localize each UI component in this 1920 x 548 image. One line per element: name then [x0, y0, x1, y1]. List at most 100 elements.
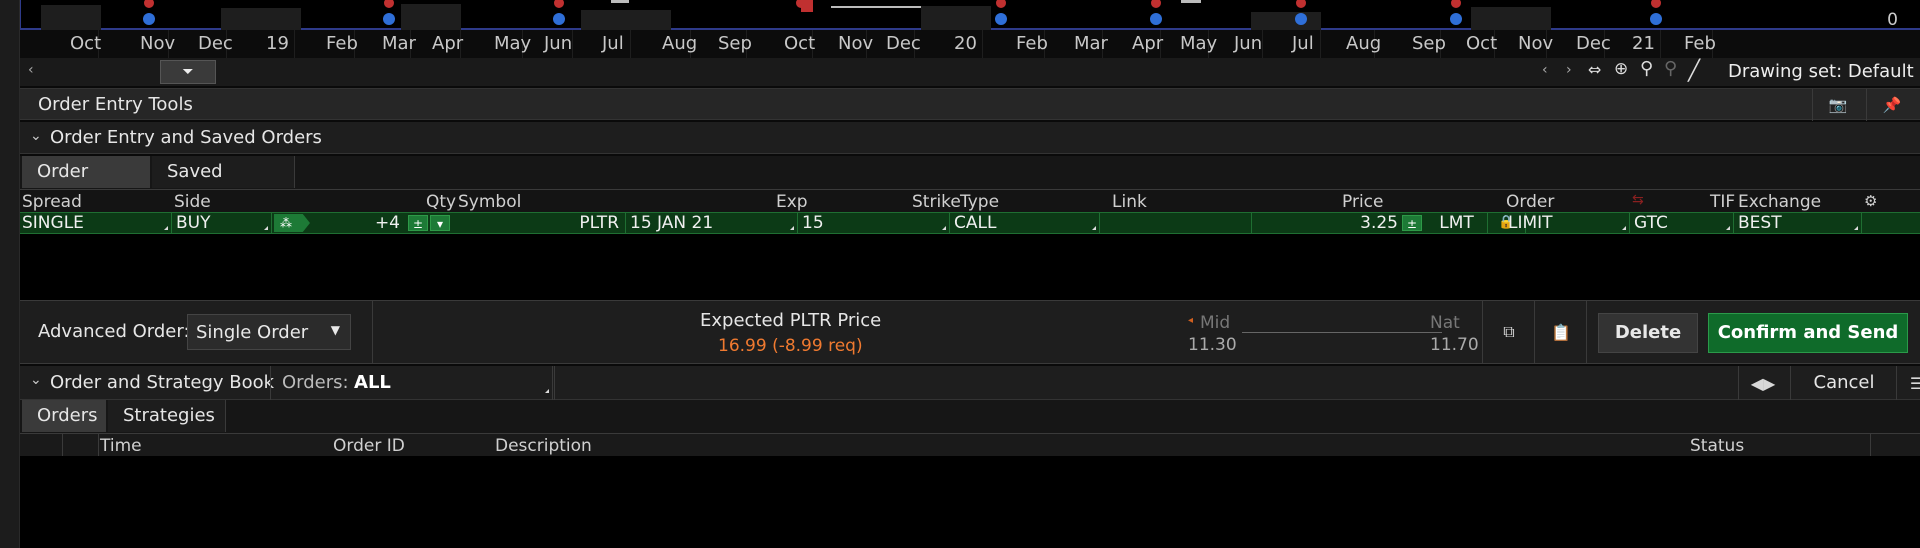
x-axis-label: Jun	[544, 33, 573, 54]
order-type-select[interactable]: LIMIT	[1506, 213, 1630, 233]
order-book-body	[20, 456, 1920, 548]
menu-icon[interactable]: ☰	[1896, 370, 1920, 396]
order-row: SINGLE BUY ⁂ +4 ± ▾ PLTR 15 JAN 21 15 CA…	[20, 212, 1920, 234]
expected-price-title: Expected PLTR Price	[700, 310, 882, 331]
x-axis-label: Nov	[1518, 33, 1554, 54]
chart-x-axis: Oct Nov Dec 19 Feb Mar Apr May Jun Jul Aug Sep Oct No…	[20, 30, 1920, 60]
col-spread: Spread	[22, 192, 82, 212]
expiration-select[interactable]: 15 JAN 21	[626, 213, 798, 233]
crosshair-icon[interactable]: ⊕	[1614, 59, 1628, 79]
price-stepper[interactable]: ±	[1402, 215, 1422, 231]
symbol-field[interactable]: PLTR	[454, 213, 626, 233]
scroll-left-icon[interactable]: ‹	[28, 62, 34, 78]
col-order: Order	[1506, 192, 1555, 212]
x-axis-label: 20	[954, 33, 977, 54]
x-axis-label: Nov	[140, 33, 176, 54]
order-entry-tools-title: Order Entry Tools	[38, 94, 193, 115]
col-tif: TIF	[1710, 192, 1736, 212]
y-axis-zero-label: 0	[1887, 10, 1898, 30]
x-axis-label: Sep	[718, 33, 752, 54]
collapse-chart-button[interactable]: ⏷	[160, 60, 216, 84]
drawing-tool-icon[interactable]: ╱	[1688, 58, 1700, 82]
copy-order-icon[interactable]: ⧉	[1496, 319, 1522, 345]
x-axis-label: Jul	[1292, 33, 1314, 54]
chevron-down-icon[interactable]: ⌄	[30, 372, 42, 388]
quantity-stepper[interactable]: ±	[408, 215, 428, 231]
col-qty: Qty	[426, 192, 457, 212]
col-order-id: Order ID	[333, 436, 405, 456]
strike-select[interactable]: 15	[798, 213, 950, 233]
zoom-out-icon[interactable]: ⚲	[1664, 58, 1677, 79]
col-exp: Exp	[776, 192, 808, 212]
collapse-down-icon: ⏷	[182, 64, 194, 80]
x-axis-label: Feb	[1016, 33, 1048, 54]
mid-value: 11.30	[1188, 335, 1237, 355]
x-axis-gridline	[1320, 30, 1321, 60]
camera-icon[interactable]: 📷	[1826, 95, 1850, 115]
tab-strategies[interactable]: Strategies	[108, 400, 226, 432]
tif-select[interactable]: GTC	[1632, 213, 1734, 233]
x-axis-label: 21	[1632, 33, 1655, 54]
x-axis-label: Feb	[1684, 33, 1716, 54]
order-entry-section-title: Order Entry and Saved Orders	[50, 127, 322, 148]
x-axis-label: Dec	[198, 33, 233, 54]
price-type-label: LMT	[1426, 213, 1488, 233]
price-chart[interactable]: 0	[20, 0, 1920, 30]
link-field[interactable]	[1100, 213, 1252, 233]
advanced-order-select[interactable]: Single Order ▼	[187, 314, 351, 350]
x-axis-label: Mar	[382, 33, 416, 54]
dropdown-arrow-icon: ▼	[330, 323, 340, 337]
chevron-down-icon[interactable]: ⌄	[30, 128, 42, 144]
col-link: Link	[1112, 192, 1147, 212]
side-select[interactable]: BUY	[172, 213, 272, 233]
expected-price-value: 16.99 (-8.99 req)	[718, 336, 863, 356]
mid-nat-slider[interactable]	[1242, 332, 1442, 333]
x-axis-label: 19	[266, 33, 289, 54]
x-axis-label: Oct	[1466, 33, 1498, 54]
x-axis-gridline	[982, 30, 983, 60]
tab-orders[interactable]: Orders	[22, 400, 106, 432]
delete-button[interactable]: Delete	[1598, 313, 1698, 353]
nat-value: 11.70	[1430, 335, 1479, 355]
x-axis-label: Mar	[1074, 33, 1108, 54]
mid-arrow-icon: ◂	[1188, 315, 1194, 326]
col-price: Price	[1342, 192, 1384, 212]
chart-bars	[41, 0, 1662, 30]
x-axis-label: Apr	[432, 33, 464, 54]
exchange-select[interactable]: BEST	[1736, 213, 1862, 233]
order-book-title: Order and Strategy Book	[50, 372, 275, 393]
advanced-order-value: Single Order	[196, 322, 309, 343]
scroll-left-small-icon[interactable]: ‹	[1542, 62, 1548, 78]
paste-order-icon[interactable]: 📋	[1548, 319, 1574, 345]
spread-select[interactable]: SINGLE	[20, 213, 172, 233]
split-view-icon[interactable]: ◀▶	[1746, 372, 1780, 394]
quantity-dropdown-icon[interactable]: ▾	[430, 215, 450, 231]
x-axis-label: Dec	[886, 33, 921, 54]
expand-horizontal-icon[interactable]: ⇔	[1588, 60, 1601, 79]
order-entry-section-header[interactable]: ⌄ Order Entry and Saved Orders	[20, 122, 1920, 154]
col-symbol: Symbol	[458, 192, 522, 212]
zoom-in-icon[interactable]: ⚲	[1640, 58, 1653, 79]
scroll-right-small-icon[interactable]: ›	[1566, 62, 1572, 78]
advanced-order-bar: Advanced Order: Single Order ▼ Expected …	[20, 300, 1920, 364]
quantity-preset-icon[interactable]: ⁂	[274, 214, 310, 232]
orders-filter-value: ALL	[354, 372, 391, 393]
cancel-button[interactable]: Cancel	[1792, 372, 1896, 393]
tab-saved-orders[interactable]: Saved Orders	[152, 156, 295, 214]
quantity-field[interactable]: +4	[310, 213, 408, 233]
x-axis-gridline	[630, 30, 631, 60]
type-select[interactable]: CALL	[950, 213, 1100, 233]
drawing-set-selector[interactable]: Drawing set: Default	[1720, 61, 1920, 82]
price-field[interactable]: 3.25	[1252, 213, 1404, 233]
col-time: Time	[100, 436, 142, 456]
pin-icon[interactable]: 📌	[1880, 95, 1904, 115]
orders-filter-select[interactable]: Orders: ALL	[282, 372, 552, 396]
x-axis-label: Nov	[838, 33, 874, 54]
x-axis-label: Aug	[662, 33, 698, 54]
tab-order-entry[interactable]: Order Entry	[22, 156, 150, 214]
x-axis-label: May	[1180, 33, 1218, 54]
order-entry-column-headers: Spread Side Qty Symbol Exp Strike Type L…	[20, 190, 1920, 212]
column-settings-icon[interactable]: ⚙	[1864, 192, 1877, 210]
confirm-and-send-button[interactable]: Confirm and Send	[1708, 313, 1908, 353]
col-strike: Strike	[912, 192, 961, 212]
